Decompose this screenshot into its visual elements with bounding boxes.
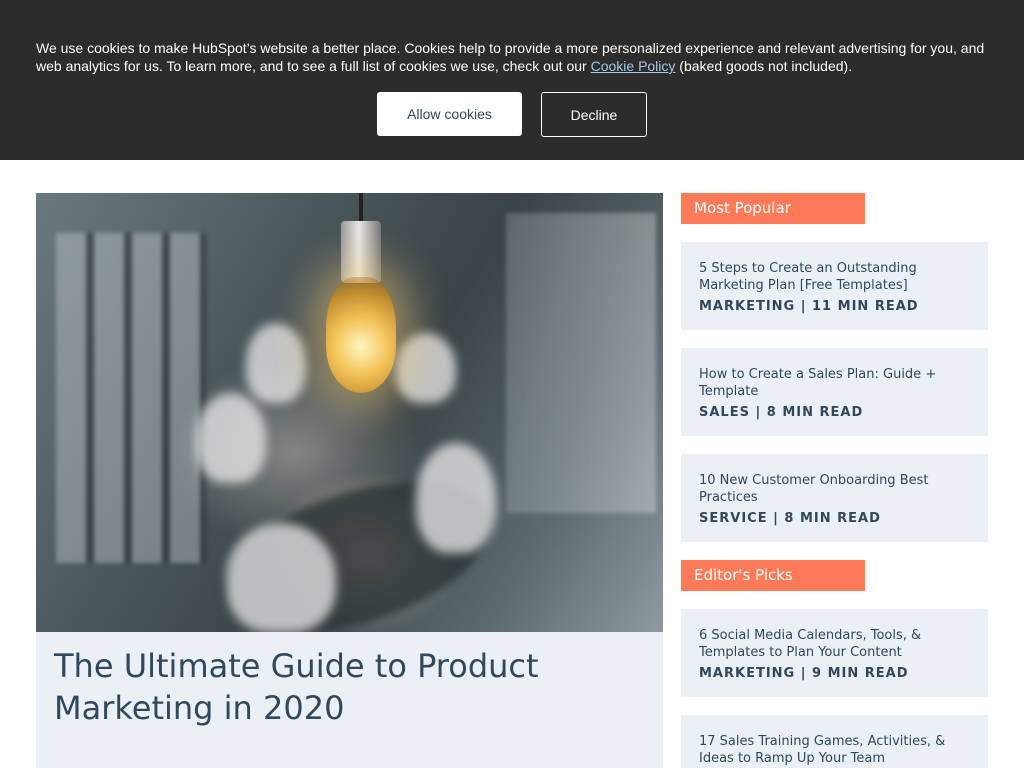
cookie-text-after: (baked goods not included).	[675, 58, 853, 74]
card-meta: MARKETING | 9 MIN READ	[699, 666, 909, 681]
featured-hero-image[interactable]	[36, 193, 663, 632]
hero-person	[246, 323, 306, 403]
hero-lamp-cord	[359, 193, 363, 223]
allow-cookies-button[interactable]: Allow cookies	[377, 92, 522, 136]
most-popular-heading: Most Popular	[681, 193, 865, 224]
cookie-policy-link[interactable]: Cookie Policy	[591, 58, 676, 74]
hero-window-left	[56, 233, 206, 563]
editors-picks-heading: Editor's Picks	[681, 560, 865, 591]
lightbulb-icon	[326, 277, 396, 393]
most-popular-item-1[interactable]: 5 Steps to Create an Outstanding Marketi…	[681, 242, 988, 330]
card-meta: SERVICE | 8 MIN READ	[699, 511, 881, 526]
cookie-banner: We use cookies to make HubSpot’s website…	[0, 0, 1024, 160]
hero-person	[416, 443, 496, 553]
hero-person	[396, 333, 456, 403]
card-title[interactable]: 17 Sales Training Games, Activities, & I…	[699, 733, 970, 767]
editors-pick-item-1[interactable]: 6 Social Media Calendars, Tools, & Templ…	[681, 609, 988, 697]
most-popular-item-2[interactable]: How to Create a Sales Plan: Guide + Temp…	[681, 348, 988, 436]
card-title[interactable]: 10 New Customer Onboarding Best Practice…	[699, 472, 970, 506]
card-title[interactable]: 5 Steps to Create an Outstanding Marketi…	[699, 260, 970, 294]
editors-pick-item-2[interactable]: 17 Sales Training Games, Activities, & I…	[681, 715, 988, 768]
featured-article-title[interactable]: The Ultimate Guide to Product Marketing …	[54, 645, 614, 729]
cookie-message: We use cookies to make HubSpot’s website…	[36, 39, 996, 75]
most-popular-item-3[interactable]: 10 New Customer Onboarding Best Practice…	[681, 454, 988, 542]
hero-window-right	[506, 213, 656, 513]
card-meta: MARKETING | 11 MIN READ	[699, 299, 919, 314]
hero-person	[196, 393, 266, 483]
card-title[interactable]: 6 Social Media Calendars, Tools, & Templ…	[699, 627, 970, 661]
hero-bulb-socket	[341, 221, 381, 283]
decline-cookies-button[interactable]: Decline	[541, 92, 647, 137]
card-title[interactable]: How to Create a Sales Plan: Guide + Temp…	[699, 366, 970, 400]
featured-article[interactable]: The Ultimate Guide to Product Marketing …	[36, 193, 663, 768]
hero-person	[226, 523, 336, 632]
card-meta: SALES | 8 MIN READ	[699, 405, 864, 420]
